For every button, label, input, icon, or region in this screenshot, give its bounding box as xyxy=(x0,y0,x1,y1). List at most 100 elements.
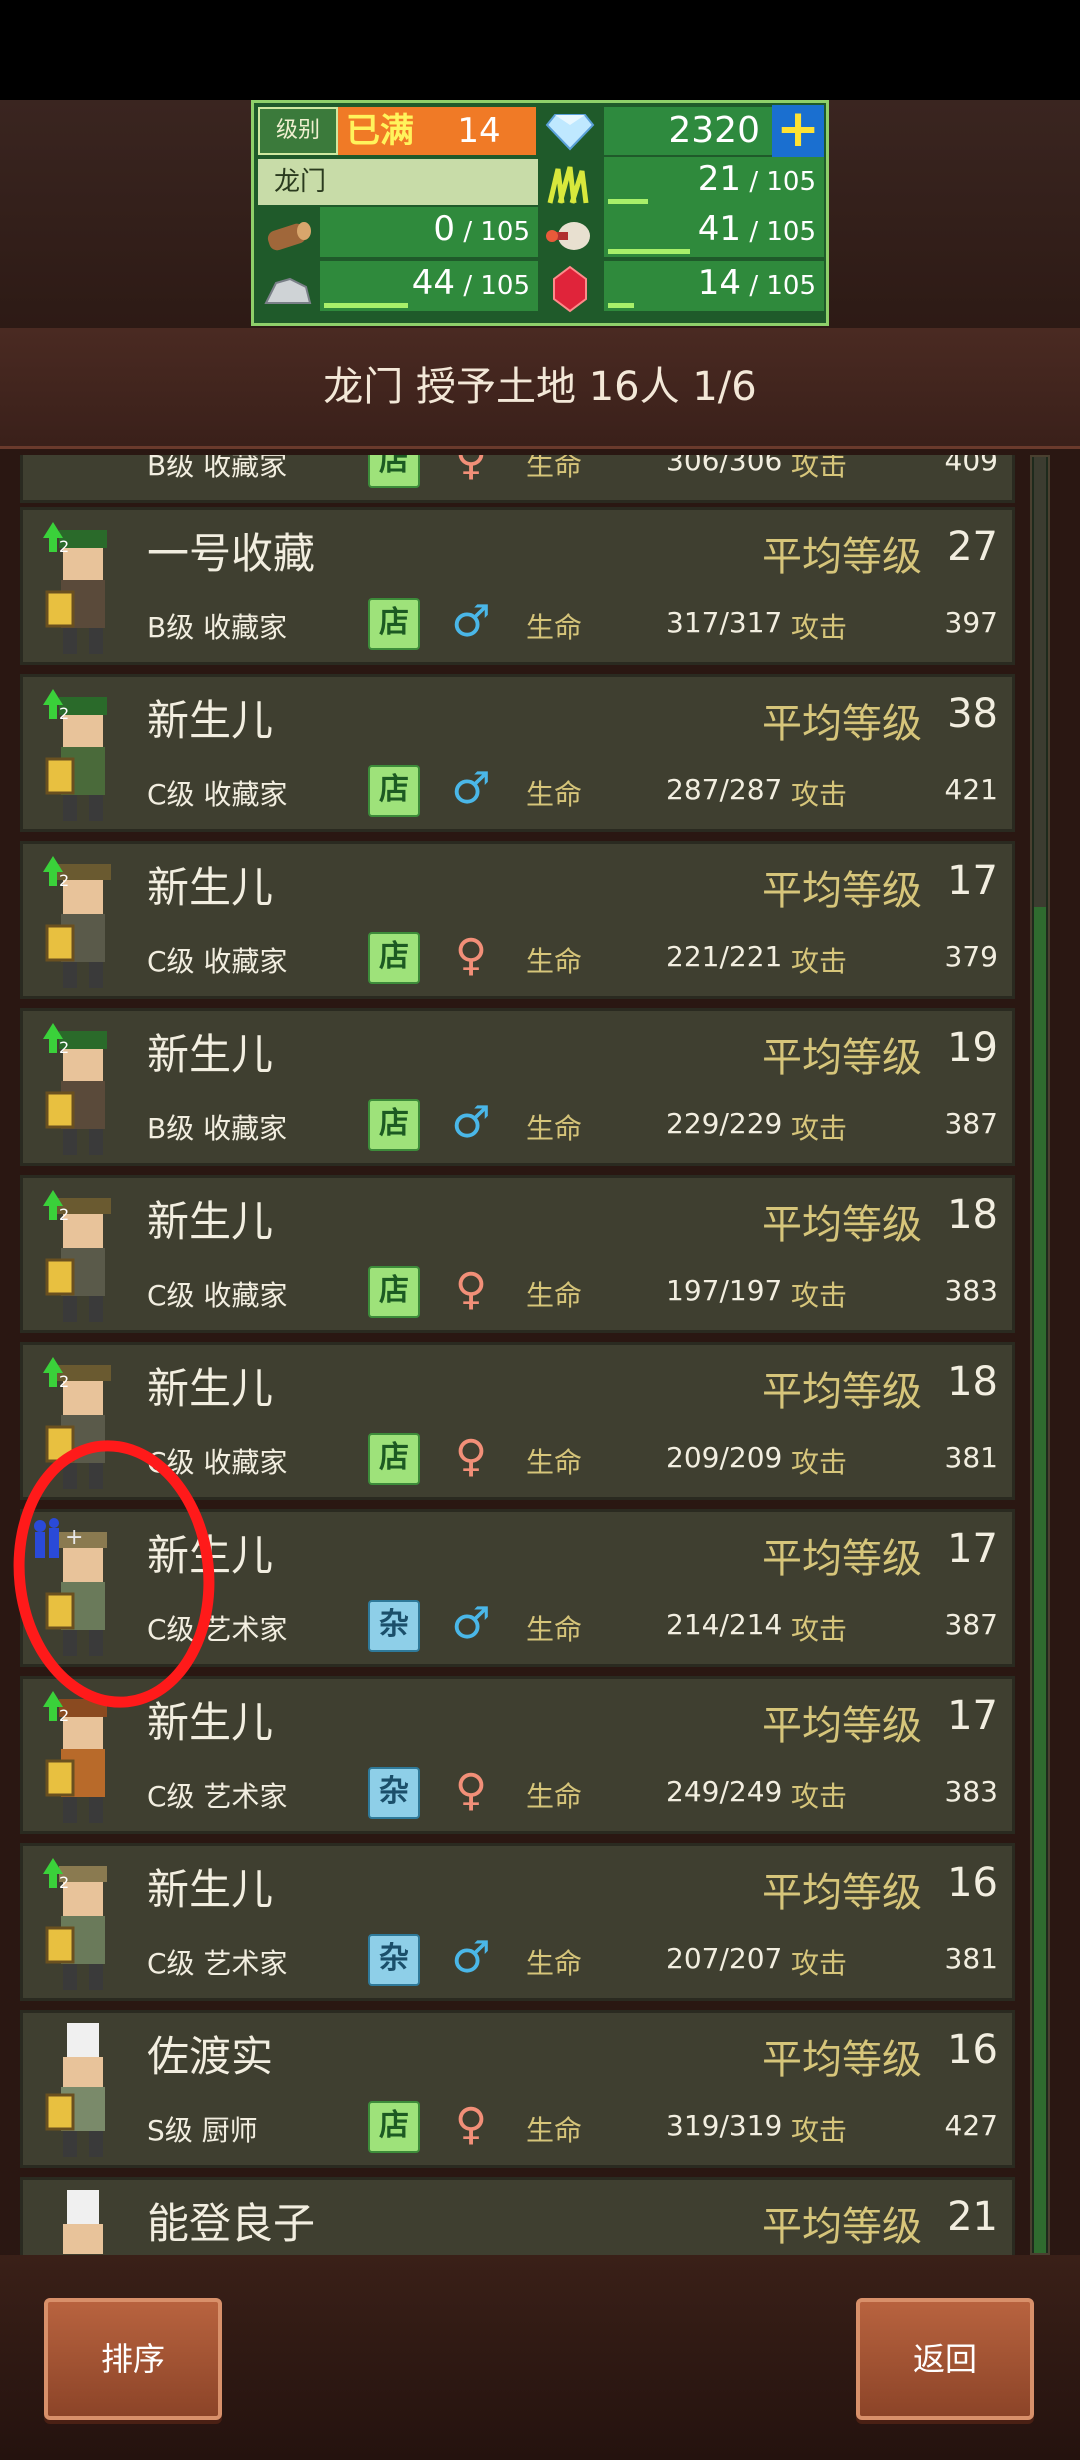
atk-label: 攻击 xyxy=(791,1112,848,1145)
avg-level-value: 17 xyxy=(947,1526,998,1572)
list-item[interactable]: 佐渡实 平均等级 16 S级 厨师 店 ♀ 生命 319/319 攻击 427 xyxy=(20,2010,1015,2168)
resident-name: 佐渡实 xyxy=(147,2032,274,2081)
job-misc-badge: 杂 xyxy=(368,1600,420,1652)
hp-value: 209/209 xyxy=(666,1441,783,1474)
atk-value: 397 xyxy=(944,606,998,639)
hp-label: 生命 xyxy=(526,945,583,978)
atk-label: 攻击 xyxy=(791,1279,848,1312)
avg-level-value: 27 xyxy=(947,524,998,570)
character-avatar: 2 xyxy=(33,1188,133,1328)
svg-text:2: 2 xyxy=(59,1873,69,1892)
atk-label: 攻击 xyxy=(791,2114,848,2147)
hp-value: 197/197 xyxy=(666,1274,783,1307)
resident-name: 新生儿 xyxy=(147,1030,274,1079)
hp-label: 生命 xyxy=(526,1947,583,1980)
rank-up-icon: 2 xyxy=(33,683,73,723)
resident-list[interactable]: B级 收藏家 店 ♀ 生命 306/306 攻击 409 2 一号收藏 平均等级… xyxy=(20,455,1015,2255)
svg-text:2: 2 xyxy=(59,704,69,723)
hp-value: 306/306 xyxy=(666,455,783,477)
grass-stat: 21 / 105 xyxy=(604,157,824,207)
class-text: C级 收藏家 xyxy=(147,945,288,978)
class-text: C级 收藏家 xyxy=(147,778,288,811)
character-avatar: 2 xyxy=(33,854,133,994)
sort-button[interactable]: 排序 xyxy=(44,2298,222,2420)
hp-value: 207/207 xyxy=(666,1942,783,1975)
job-misc-badge: 杂 xyxy=(368,1934,420,1986)
hp-label: 生命 xyxy=(526,455,583,482)
atk-label: 攻击 xyxy=(791,611,848,644)
job-shop-badge: 店 xyxy=(368,598,420,650)
list-item[interactable]: B级 收藏家 店 ♀ 生命 306/306 攻击 409 xyxy=(20,455,1015,503)
town-name: 龙门 xyxy=(258,159,538,205)
hp-value: 317/317 xyxy=(666,606,783,639)
job-shop-badge: 店 xyxy=(368,765,420,817)
avg-level-value: 18 xyxy=(947,1192,998,1238)
list-item[interactable]: 2 新生儿 平均等级 17 C级 艺术家 杂 ♀ 生命 249/249 攻击 3… xyxy=(20,1676,1015,1834)
hp-value: 319/319 xyxy=(666,2109,783,2142)
atk-label: 攻击 xyxy=(791,1446,848,1479)
status-bar-area xyxy=(0,0,1080,100)
rank-up-icon: 2 xyxy=(33,850,73,890)
female-icon: ♀ xyxy=(454,930,488,981)
rank-up-icon: 2 xyxy=(33,1852,73,1892)
ruby-stat: 14 / 105 xyxy=(604,261,824,311)
character-avatar: 2 xyxy=(33,1021,133,1161)
back-button[interactable]: 返回 xyxy=(856,2298,1034,2420)
resident-name: 新生儿 xyxy=(147,696,274,745)
hp-value: 221/221 xyxy=(666,940,783,973)
avg-level-label: 平均等级 xyxy=(762,701,922,747)
avg-level-value: 18 xyxy=(947,1359,998,1405)
add-gems-button[interactable]: + xyxy=(772,103,824,157)
atk-value: 383 xyxy=(944,1274,998,1307)
avg-level-label: 平均等级 xyxy=(762,1035,922,1081)
resource-panel: 级别 已满 14 2320 + 龙门 21 / 105 0 / 105 41 /… xyxy=(251,100,829,326)
job-shop-badge: 店 xyxy=(368,932,420,984)
avg-level-value: 16 xyxy=(947,1860,998,1906)
list-item[interactable]: 2 新生儿 平均等级 17 C级 收藏家 店 ♀ 生命 221/221 攻击 3… xyxy=(20,841,1015,999)
class-text: C级 艺术家 xyxy=(147,1780,288,1813)
atk-label: 攻击 xyxy=(791,778,848,811)
list-item[interactable]: 2 一号收藏 平均等级 27 B级 收藏家 店 ♂ 生命 317/317 攻击 … xyxy=(20,507,1015,665)
job-shop-badge: 店 xyxy=(368,2101,420,2153)
atk-value: 421 xyxy=(944,773,998,806)
scrollbar[interactable] xyxy=(1030,455,1050,2255)
atk-label: 攻击 xyxy=(791,1613,848,1646)
resident-name: 新生儿 xyxy=(147,1364,274,1413)
list-item[interactable]: 2 新生儿 平均等级 16 C级 艺术家 杂 ♂ 生命 207/207 攻击 3… xyxy=(20,1843,1015,2001)
stone-stat: 44 / 105 xyxy=(320,261,538,311)
job-shop-badge: 店 xyxy=(368,1266,420,1318)
scrollbar-thumb[interactable] xyxy=(1034,457,1046,907)
resident-name: 新生儿 xyxy=(147,1865,274,1914)
svg-text:2: 2 xyxy=(59,1706,69,1725)
character-avatar: 2 xyxy=(33,687,133,827)
class-text: B级 收藏家 xyxy=(147,1112,288,1145)
svg-text:2: 2 xyxy=(59,1038,69,1057)
list-item[interactable]: 能登良子 平均等级 21 xyxy=(20,2177,1015,2255)
avg-level-label: 平均等级 xyxy=(762,534,922,580)
job-shop-badge: 店 xyxy=(368,455,420,488)
class-text: B级 收藏家 xyxy=(147,611,288,644)
atk-value: 381 xyxy=(944,1942,998,1975)
svg-text:2: 2 xyxy=(59,1205,69,1224)
character-avatar xyxy=(33,2023,133,2163)
hp-value: 287/287 xyxy=(666,773,783,806)
male-icon: ♂ xyxy=(451,1598,491,1649)
list-item[interactable]: 2 新生儿 平均等级 18 C级 收藏家 店 ♀ 生命 197/197 攻击 3… xyxy=(20,1175,1015,1333)
resident-name: 新生儿 xyxy=(147,1698,274,1747)
hp-label: 生命 xyxy=(526,611,583,644)
stone-icon xyxy=(258,263,318,315)
hp-label: 生命 xyxy=(526,1112,583,1145)
resident-name: 一号收藏 xyxy=(147,529,316,578)
class-text: C级 艺术家 xyxy=(147,1947,288,1980)
avg-level-value: 17 xyxy=(947,858,998,904)
female-icon: ♀ xyxy=(454,1264,488,1315)
atk-value: 387 xyxy=(944,1107,998,1140)
character-avatar: 2 xyxy=(33,1689,133,1829)
atk-value: 379 xyxy=(944,940,998,973)
female-icon: ♀ xyxy=(454,455,488,485)
list-item[interactable]: 2 新生儿 平均等级 19 B级 收藏家 店 ♂ 生命 229/229 攻击 3… xyxy=(20,1008,1015,1166)
character-avatar xyxy=(33,2190,133,2255)
atk-label: 攻击 xyxy=(791,945,848,978)
list-item[interactable]: 2 新生儿 平均等级 38 C级 收藏家 店 ♂ 生命 287/287 攻击 4… xyxy=(20,674,1015,832)
meat-icon xyxy=(540,209,600,261)
